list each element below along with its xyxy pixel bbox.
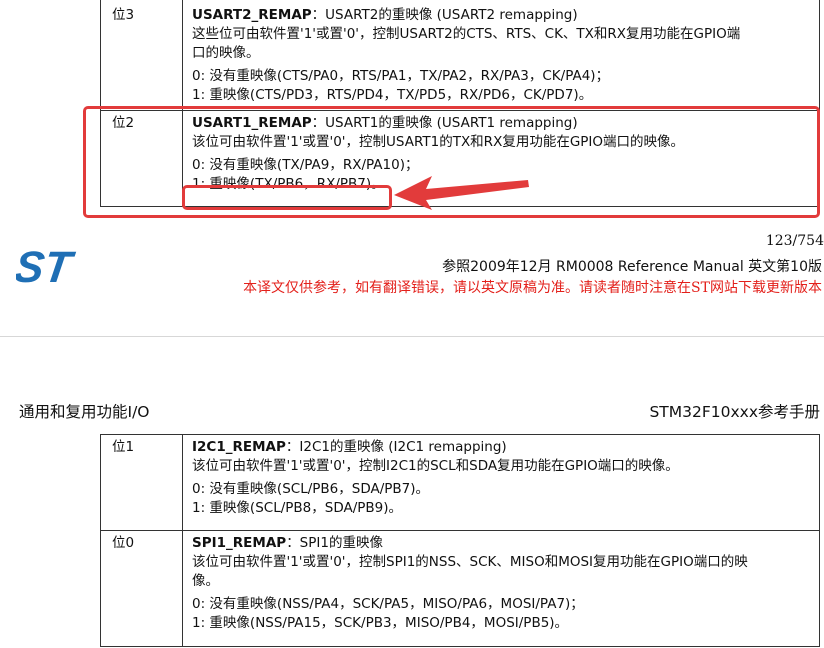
option-0: 0: 没有重映像(NSS/PA4，SCK/PA5，MISO/PA6，MOSI/P… bbox=[192, 596, 584, 612]
table-row: 位0 SPI1_REMAP：SPI1的重映像 该位可由软件置'1'或置'0'，控… bbox=[100, 530, 820, 647]
translation-notice: 本译文仅供参考，如有翻译错误，请以英文原稿为准。请读者随时注意在ST网站下载更新… bbox=[243, 280, 822, 296]
section-header: 通用和复用功能I/O bbox=[19, 403, 150, 421]
field-name: I2C1_REMAP bbox=[192, 439, 286, 455]
option-0: 0: 没有重映像(SCL/PB6，SDA/PB7)。 bbox=[192, 481, 430, 497]
option-1: 1: 重映像(CTS/PD3，RTS/PD4，TX/PD5，RX/PD6，CK/… bbox=[192, 87, 593, 103]
field-name: USART2_REMAP bbox=[192, 7, 312, 23]
reference-line: 参照2009年12月 RM0008 Reference Manual 英文第10… bbox=[442, 259, 822, 275]
st-logo: ST bbox=[16, 244, 78, 288]
field-desc-line: 像。 bbox=[192, 573, 219, 589]
field-title: I2C1_REMAP：I2C1的重映像 (I2C1 remapping) bbox=[192, 438, 811, 457]
manual-title: STM32F10xxx参考手册 bbox=[649, 403, 820, 421]
field-desc-line: 这些位可由软件置'1'或置'0'，控制USART2的CTS、RTS、CK、TX和… bbox=[192, 26, 741, 42]
page-number: 123/754 bbox=[765, 233, 824, 249]
field-title-rest: ：SPI1的重映像 bbox=[286, 535, 383, 551]
st-logo-text: ST bbox=[16, 244, 78, 288]
field-desc-line: 该位可由软件置'1'或置'0'，控制I2C1的SCL和SDA复用功能在GPIO端… bbox=[192, 458, 679, 474]
annotation-arrow bbox=[394, 176, 529, 210]
table-row: 位3 USART2_REMAP：USART2的重映像 (USART2 remap… bbox=[100, 0, 820, 111]
option-0: 0: 没有重映像(CTS/PA0，RTS/PA1，TX/PA2，RX/PA3，C… bbox=[192, 68, 610, 84]
option-1: 1: 重映像(NSS/PA15，SCK/PB3，MISO/PB4，MOSI/PB… bbox=[192, 615, 569, 631]
field-name: SPI1_REMAP bbox=[192, 535, 287, 551]
bit-description-cell: I2C1_REMAP：I2C1的重映像 (I2C1 remapping) 该位可… bbox=[182, 434, 820, 531]
bit-number-cell: 位1 bbox=[100, 434, 183, 531]
bit-description-cell: USART2_REMAP：USART2的重映像 (USART2 remappin… bbox=[182, 0, 820, 111]
page-separator bbox=[0, 336, 824, 337]
field-title-rest: ：I2C1的重映像 (I2C1 remapping) bbox=[285, 439, 507, 455]
field-desc-line: 该位可由软件置'1'或置'0'，控制SPI1的NSS、SCK、MISO和MOSI… bbox=[192, 554, 748, 570]
bit-number-cell: 位3 bbox=[100, 0, 183, 111]
register-bit-table-bottom: 位1 I2C1_REMAP：I2C1的重映像 (I2C1 remapping) … bbox=[100, 434, 820, 647]
bit-number-cell: 位0 bbox=[100, 530, 183, 647]
option-1: 1: 重映像(SCL/PB8，SDA/PB9)。 bbox=[192, 500, 403, 516]
field-title: USART2_REMAP：USART2的重映像 (USART2 remappin… bbox=[192, 6, 811, 25]
field-desc-line: 口的映像。 bbox=[192, 45, 260, 61]
highlight-box-remap-option bbox=[182, 185, 392, 210]
bit-description-cell: SPI1_REMAP：SPI1的重映像 该位可由软件置'1'或置'0'，控制SP… bbox=[182, 530, 820, 647]
field-title-rest: ：USART2的重映像 (USART2 remapping) bbox=[311, 7, 578, 23]
field-title: SPI1_REMAP：SPI1的重映像 bbox=[192, 534, 811, 553]
table-row: 位1 I2C1_REMAP：I2C1的重映像 (I2C1 remapping) … bbox=[100, 434, 820, 531]
